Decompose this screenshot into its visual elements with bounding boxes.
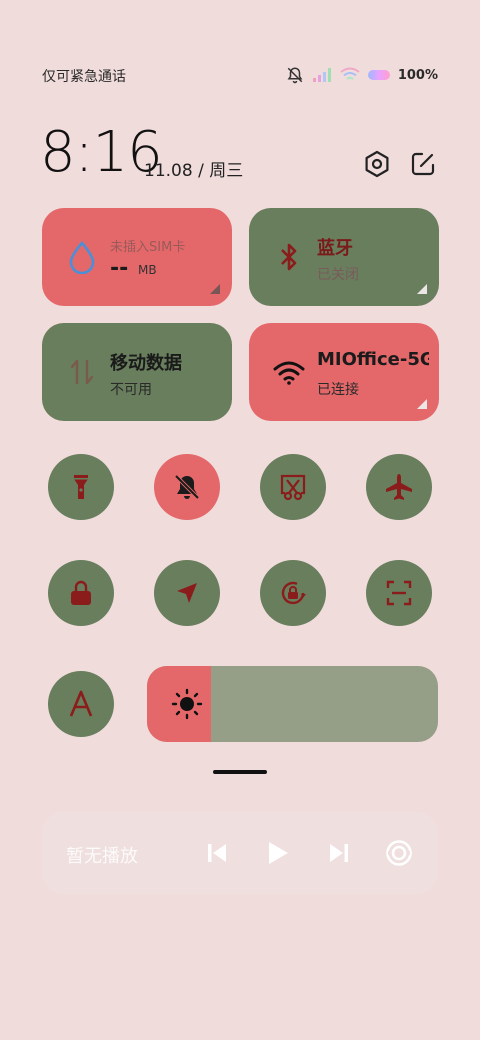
auto-brightness-toggle[interactable] <box>48 671 114 737</box>
lock-screen-toggle[interactable] <box>48 560 114 626</box>
bluetooth-status: 已关闭 <box>317 267 359 283</box>
signal-icon <box>312 68 331 82</box>
flashlight-icon <box>74 475 88 499</box>
mobile-data-status: 不可用 <box>110 382 152 398</box>
wifi-status: 已连接 <box>317 382 359 398</box>
battery-icon <box>367 70 390 80</box>
wifi-status-icon <box>340 67 360 80</box>
tile-bluetooth[interactable]: 蓝牙 已关闭 <box>249 208 439 306</box>
wifi-icon <box>273 361 305 385</box>
next-track-icon[interactable] <box>324 838 354 868</box>
lock-icon <box>71 580 91 605</box>
scanner-toggle[interactable] <box>366 560 432 626</box>
mute-bell-icon <box>174 474 200 500</box>
wifi-name: MIOffice-5G <box>317 349 429 370</box>
clock-date: 11.08 / 周三 <box>144 161 244 181</box>
traffic-unit: MB <box>138 263 157 277</box>
mute-toggle[interactable] <box>154 454 220 520</box>
settings-gear-icon[interactable] <box>362 149 392 179</box>
previous-track-icon[interactable] <box>202 838 232 868</box>
sim-status-label: 未插入SIM卡 <box>110 240 186 255</box>
tile-wifi[interactable]: MIOffice-5G 已连接 <box>249 323 439 421</box>
mobile-data-label: 移动数据 <box>110 353 182 374</box>
tile-mobile-traffic[interactable]: 未插入SIM卡 -- MB <box>42 208 232 306</box>
letter-a-icon <box>69 690 93 717</box>
edit-icon[interactable] <box>408 149 438 179</box>
flashlight-toggle[interactable] <box>48 454 114 520</box>
location-toggle[interactable] <box>154 560 220 626</box>
status-carrier-text: 仅可紧急通话 <box>42 69 126 85</box>
rotation-lock-icon <box>281 581 306 605</box>
tile-mobile-data[interactable]: 移动数据 不可用 <box>42 323 232 421</box>
media-player-card[interactable]: 暂无播放 <box>42 812 438 894</box>
sun-icon <box>171 688 203 720</box>
cast-broadcast-icon[interactable] <box>384 838 414 868</box>
play-icon[interactable] <box>262 838 292 868</box>
airplane-toggle[interactable] <box>366 454 432 520</box>
bluetooth-icon <box>281 243 297 271</box>
bluetooth-label: 蓝牙 <box>317 238 353 259</box>
data-arrows-icon <box>70 359 94 385</box>
tile-expand-corner[interactable] <box>417 284 427 294</box>
scissors-screenshot-icon <box>280 474 306 501</box>
tile-expand-corner <box>210 284 220 294</box>
screenshot-toggle[interactable] <box>260 454 326 520</box>
rotation-lock-toggle[interactable] <box>260 560 326 626</box>
scan-icon <box>386 580 412 606</box>
mute-status-icon <box>287 67 303 84</box>
traffic-value: -- <box>110 256 129 281</box>
brightness-slider[interactable] <box>147 666 438 742</box>
tile-expand-corner[interactable] <box>417 399 427 409</box>
status-icons: 100% <box>286 64 438 86</box>
battery-text: 100% <box>397 67 438 83</box>
water-drop-icon <box>69 241 95 274</box>
media-status-text: 暂无播放 <box>66 846 138 867</box>
location-arrow-icon <box>177 583 197 603</box>
airplane-icon <box>386 474 412 500</box>
panel-drag-handle[interactable] <box>213 770 267 774</box>
